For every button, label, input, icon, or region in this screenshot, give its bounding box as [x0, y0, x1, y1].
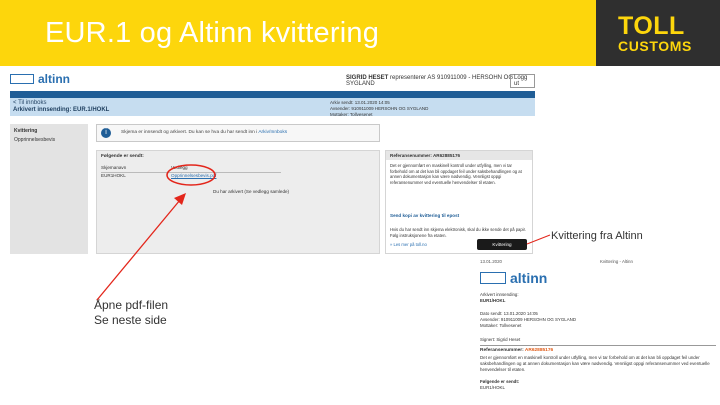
pdf-page-title: Kvittering - Altinn	[600, 259, 633, 264]
receipt-text-2: Hvis du har sendt inn skjema elektronisk…	[390, 227, 526, 238]
info-icon: i	[101, 128, 111, 138]
sidebar-item-opprinnelsesbevis[interactable]: Opprinnelsesbevis	[14, 137, 55, 143]
logo-line1: TOLL	[618, 12, 685, 40]
pdf-archived: Arkivert innsending: EUR1/HOKL	[480, 292, 716, 304]
kvittering-button[interactable]: Kvittering	[477, 239, 527, 250]
pdf-altinn-brand: altinn	[480, 270, 547, 286]
altinn-navbar	[10, 91, 535, 98]
pdf-ref-text: Det er gjennomført en maskinell kontroll…	[480, 355, 710, 372]
altinn-brand[interactable]: altinn	[10, 72, 70, 86]
meta-receiver: Mottaker: Tollvesenet	[330, 112, 373, 117]
logout-button[interactable]: Logg ut	[510, 74, 535, 88]
info-message: Skjema er innsendt og arkivert. Du kan s…	[121, 130, 258, 135]
pdf-ref-label: Referansenummer:	[480, 348, 524, 353]
attachments-panel: Følgende er sendt: Skjemanavn Vedlegg EU…	[96, 150, 380, 254]
table-row: EUR1HOKL Opprinnelsesbevis.pdf	[101, 173, 281, 181]
logo-line2: CUSTOMS	[618, 38, 692, 54]
attachment-pdf-link[interactable]: Opprinnelsesbevis.pdf	[171, 173, 216, 178]
back-to-inbox-link[interactable]: < Til innboks	[13, 100, 47, 106]
pdf-archived-value: EUR1/HOKL	[480, 298, 506, 303]
pdf-details: Dato sendt: 13.01.2020 14:05 Avsender: 9…	[480, 311, 716, 329]
user-prefix: representerer	[390, 75, 427, 81]
caption-instructions: Åpne pdf-filen Se neste side	[94, 298, 168, 328]
pdf-receipt: 13.01.2020 Kvittering - Altinn altinn Ar…	[478, 255, 720, 405]
pdf-brand-name: altinn	[510, 270, 548, 286]
pdf-sent: Følgende er sendt: EUR1/HOKL	[480, 379, 716, 391]
altinn-topbar: altinn SIGRID HESET representerer AS 910…	[10, 72, 535, 88]
info-link[interactable]: Arkiv/Innboks	[258, 130, 287, 135]
message-meta: Arkiv sendt: 13.01.2020 14:05 Avsender: …	[330, 100, 428, 118]
send-copy-link[interactable]: Send kopi av kvittering til epost	[390, 213, 459, 218]
altinn-brand-name: altinn	[38, 72, 70, 86]
attachments-table: Skjemanavn Vedlegg EUR1HOKL Opprinnelses…	[101, 165, 281, 181]
altinn-logo-icon	[10, 74, 34, 84]
pdf-receiver: Mottaker: Tollvesenet	[480, 323, 522, 328]
col-header-file: Vedlegg	[171, 165, 188, 170]
pdf-sent-label: Følgende er sendt:	[480, 379, 520, 384]
slide-title: EUR.1 og Altinn kvittering	[45, 17, 380, 49]
slide-header: EUR.1 og Altinn kvittering TOLL CUSTOMS	[0, 0, 720, 66]
receipt-text: Det er gjennomført en maskinell kontroll…	[390, 163, 522, 185]
pdf-archived-label: Arkivert innsending:	[480, 292, 519, 297]
pdf-reference: Referansenummer: AR62885176	[480, 348, 553, 353]
user-info: SIGRID HESET representerer AS 910911009 …	[346, 75, 535, 87]
pdf-date: 13.01.2020	[480, 259, 502, 264]
altinn-sidebar: Kvittering Opprinnelsesbevis	[10, 124, 88, 254]
pdf-divider	[480, 345, 716, 346]
pdf-signed: Signert: Sigrid Heset	[480, 337, 521, 342]
receipt-reference: Referansenummer: AR62885176	[386, 151, 532, 160]
caption-line-open-pdf: Åpne pdf-filen	[94, 298, 169, 312]
message-title: Arkivert innsending: EUR.1/HOKL	[13, 107, 110, 113]
read-more-link[interactable]: » Les mer på toll.no	[390, 242, 427, 247]
pdf-altinn-logo-icon	[480, 272, 506, 284]
col-header-name: Skjemanavn	[101, 165, 127, 170]
caption-kvittering: Kvittering fra Altinn	[551, 230, 643, 242]
sidebar-item-kvittering[interactable]: Kvittering	[14, 128, 37, 134]
altinn-screenshot: altinn SIGRID HESET representerer AS 910…	[0, 66, 538, 256]
info-text: Skjema er innsendt og arkivert. Du kan s…	[121, 130, 287, 135]
message-header: < Til innboks Arkivert innsending: EUR.1…	[10, 98, 535, 116]
attachments-heading: Følgende er sendt:	[101, 154, 144, 159]
toll-customs-logo: TOLL CUSTOMS	[596, 0, 720, 66]
attachment-note: Du har arkivert (Se vedlegg samlede)	[213, 189, 290, 194]
pdf-ref-value: AR62885176	[524, 348, 554, 353]
pdf-sent-value: EUR1/HOKL	[480, 385, 505, 390]
attachments-header-row: Skjemanavn Vedlegg	[101, 165, 281, 173]
caption-line-next-page: Se neste side	[94, 313, 167, 327]
attachment-name: EUR1HOKL	[101, 173, 126, 178]
info-banner: i Skjema er innsendt og arkivert. Du kan…	[96, 124, 380, 142]
